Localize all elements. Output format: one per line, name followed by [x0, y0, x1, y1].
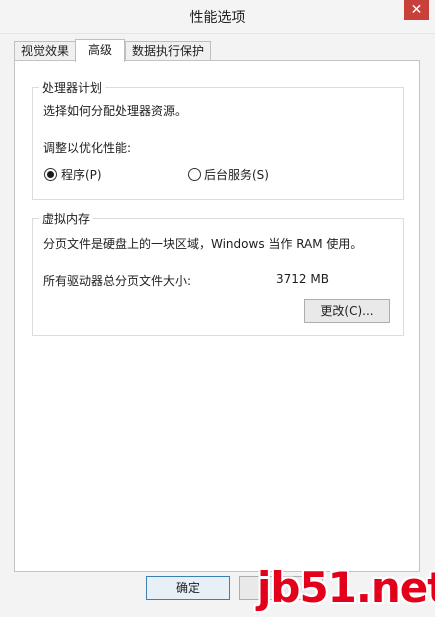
radio-selected-dot — [47, 171, 54, 178]
radio-programs[interactable] — [44, 168, 57, 181]
radio-background-services[interactable] — [188, 168, 201, 181]
paging-total-label: 所有驱动器总分页文件大小: — [43, 274, 192, 288]
tab-visual-effects[interactable]: 视觉效果 — [14, 41, 76, 61]
site-watermark: jb51.net — [257, 563, 435, 612]
title-bar: 性能选项 ✕ — [0, 0, 435, 34]
virtual-memory-group-title: 虚拟内存 — [39, 210, 94, 227]
paging-total-value: 3712 MB — [276, 272, 329, 286]
tab-advanced[interactable]: 高级 — [75, 39, 125, 62]
tab-dep[interactable]: 数据执行保护 — [125, 41, 211, 61]
tab-panel-advanced: 处理器计划 选择如何分配处理器资源。 调整以优化性能: 程序(P) 后台服务(S… — [14, 60, 420, 572]
change-button[interactable]: 更改(C)... — [304, 299, 390, 323]
radio-background-services-label[interactable]: 后台服务(S) — [204, 166, 269, 183]
virtual-memory-description: 分页文件是硬盘上的一块区域，Windows 当作 RAM 使用。 — [43, 237, 363, 251]
processor-group-title: 处理器计划 — [39, 79, 106, 96]
processor-description: 选择如何分配处理器资源。 — [43, 104, 188, 118]
optimize-label: 调整以优化性能: — [43, 141, 132, 155]
virtual-memory-group: 虚拟内存 分页文件是硬盘上的一块区域，Windows 当作 RAM 使用。 所有… — [32, 210, 404, 336]
processor-scheduling-group: 处理器计划 选择如何分配处理器资源。 调整以优化性能: 程序(P) 后台服务(S… — [32, 79, 404, 200]
window-title: 性能选项 — [189, 10, 246, 26]
radio-programs-label[interactable]: 程序(P) — [61, 166, 102, 183]
ok-button[interactable]: 确定 — [146, 576, 230, 600]
close-icon[interactable]: ✕ — [404, 0, 429, 20]
